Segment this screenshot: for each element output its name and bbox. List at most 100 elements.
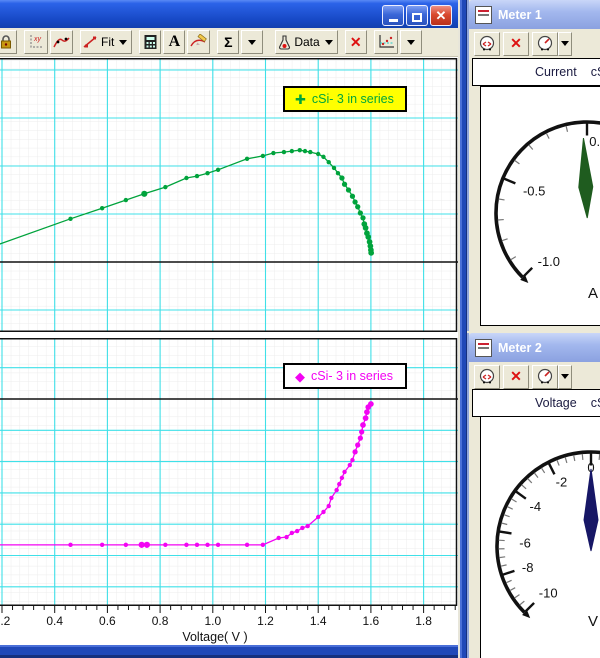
lock-icon [0, 34, 14, 50]
meter-style-dropdown-icon [561, 41, 569, 46]
gauge-tick-label: -0.5 [523, 184, 545, 199]
graph-settings-button[interactable] [374, 30, 398, 54]
statistics-dropdown-button[interactable] [241, 30, 263, 54]
meter1-run-label: cSi- [591, 65, 600, 79]
delete-button[interactable]: ✕ [345, 30, 367, 54]
meter-rescale-button[interactable] [474, 365, 500, 389]
prediction-button[interactable] [187, 30, 210, 54]
gauge-tick-label: 0.0 [589, 134, 600, 149]
meter1-titlebar[interactable]: Meter 1 [469, 0, 600, 29]
meter2-series-label: Voltage [535, 396, 577, 410]
data-button[interactable]: Data [275, 30, 337, 54]
delete-x-icon: ✕ [510, 35, 522, 52]
caption-buttons: ✕ [382, 5, 452, 26]
meter2-window: Meter 2 ✕ [467, 333, 600, 658]
x-tick-label: 0.2 [0, 614, 17, 628]
legend-top-label: cSi- 3 in series [312, 92, 394, 106]
data-dropdown-icon [325, 40, 333, 45]
gauge-needle-icon [536, 368, 554, 385]
x-tick-label: 0.4 [40, 614, 70, 628]
gauge-unit-label: V [588, 613, 598, 630]
graph-settings-icon [377, 34, 395, 50]
calculator-button[interactable] [139, 30, 161, 54]
graph-window-right-border [458, 0, 467, 658]
data-label: Data [294, 35, 319, 49]
meter2-gauge: 0-2-4-6-8-10V [481, 417, 600, 658]
close-button[interactable]: ✕ [430, 5, 452, 26]
x-tick-label: 1.4 [303, 614, 333, 628]
legend-bottom-label: cSi- 3 in series [311, 369, 393, 383]
minimize-icon [389, 19, 398, 22]
scale-to-fit-button[interactable]: xy [24, 30, 48, 54]
meter-style-dropdown-icon [561, 374, 569, 379]
meter2-run-label: cSi [591, 396, 600, 410]
meter-delete-button[interactable]: ✕ [503, 365, 529, 389]
meter1-gauge: 0.0-0.5-1.0A [481, 87, 600, 325]
gauge-arrows-icon [478, 368, 496, 385]
gauge-tick-label: -6 [519, 536, 531, 551]
x-tick-label: 0.6 [92, 614, 122, 628]
x-axis-title: Voltage( V ) [75, 630, 355, 644]
graph-settings-dropdown-icon [407, 40, 415, 45]
x-tick-label: 1.2 [251, 614, 281, 628]
statistics-button[interactable]: Σ [217, 30, 239, 54]
meter-style-dropdown-button[interactable] [558, 365, 572, 389]
fit-label: Fit [101, 35, 114, 49]
meter1-legend[interactable]: Current cSi- [472, 58, 600, 86]
meter-style-dropdown-button[interactable] [558, 32, 572, 56]
screen: ✕ xy [0, 0, 600, 658]
calculator-icon [143, 34, 158, 50]
meter2-legend[interactable]: Voltage cSi [472, 389, 600, 417]
graph-toolbar: xy Fit [0, 28, 467, 57]
meter-rescale-button[interactable] [474, 32, 500, 56]
axes-xy-icon: xy [27, 34, 45, 50]
lock-button[interactable] [0, 30, 17, 54]
gauge-needle-icon [536, 35, 554, 52]
statistics-dropdown-icon [248, 40, 256, 45]
close-icon: ✕ [436, 9, 447, 22]
gauge-arrows-icon [478, 35, 496, 52]
meter1-toolbar: ✕ [469, 29, 600, 58]
maximize-button[interactable] [406, 5, 428, 26]
gauge-tick-label: -10 [539, 586, 558, 601]
meter-delete-button[interactable]: ✕ [503, 32, 529, 56]
gauge-needle [584, 469, 598, 551]
fit-button[interactable]: Fit [80, 30, 132, 54]
x-tick-label: 1.6 [356, 614, 386, 628]
graph-window-bottom-border [0, 645, 458, 658]
smart-cursor-icon [53, 35, 70, 50]
delete-x-icon: ✕ [350, 34, 362, 51]
meter2-titlebar[interactable]: Meter 2 [469, 333, 600, 362]
legend-top[interactable]: ✚ cSi- 3 in series [283, 86, 407, 112]
meter1-series-label: Current [535, 65, 577, 79]
meter2-toolbar: ✕ [469, 362, 600, 391]
meter-style-button[interactable] [532, 365, 558, 389]
legend-bottom[interactable]: ◆ cSi- 3 in series [283, 363, 407, 389]
graph-settings-dropdown-button[interactable] [400, 30, 422, 54]
text-annotation-button[interactable]: A [163, 30, 185, 54]
annotation-a-icon: A [169, 33, 181, 51]
meter2-gauge-panel: 0-2-4-6-8-10V [480, 416, 600, 658]
minimize-button[interactable] [382, 5, 404, 26]
sigma-icon: Σ [224, 34, 232, 50]
graph-window-titlebar[interactable]: ✕ [0, 0, 467, 28]
gauge-tick-label: -8 [522, 560, 534, 575]
x-tick-label: 0.8 [145, 614, 175, 628]
gauge-needle [579, 138, 593, 218]
meter1-gauge-panel: 0.0-0.5-1.0A [480, 86, 600, 326]
diamond-marker-icon: ◆ [295, 370, 305, 383]
prediction-pencil-icon [190, 34, 207, 50]
meter-document-icon [475, 6, 492, 24]
gauge-tick-label: -4 [530, 499, 542, 514]
meter-style-button[interactable] [532, 32, 558, 56]
gauge-tick-label: -1.0 [538, 254, 560, 269]
graph-plot-area[interactable]: ✚ cSi- 3 in series ◆ cSi- 3 in series 0.… [0, 57, 458, 645]
graph-window: ✕ xy [0, 0, 467, 658]
gauge-tick-label: -2 [556, 475, 568, 490]
meter2-title: Meter 2 [498, 341, 542, 355]
fit-line-icon [83, 35, 98, 49]
smart-tool-button[interactable] [50, 30, 73, 54]
svg-text:xy: xy [33, 36, 42, 43]
meter-document-icon [475, 339, 492, 357]
fit-dropdown-icon [119, 40, 127, 45]
